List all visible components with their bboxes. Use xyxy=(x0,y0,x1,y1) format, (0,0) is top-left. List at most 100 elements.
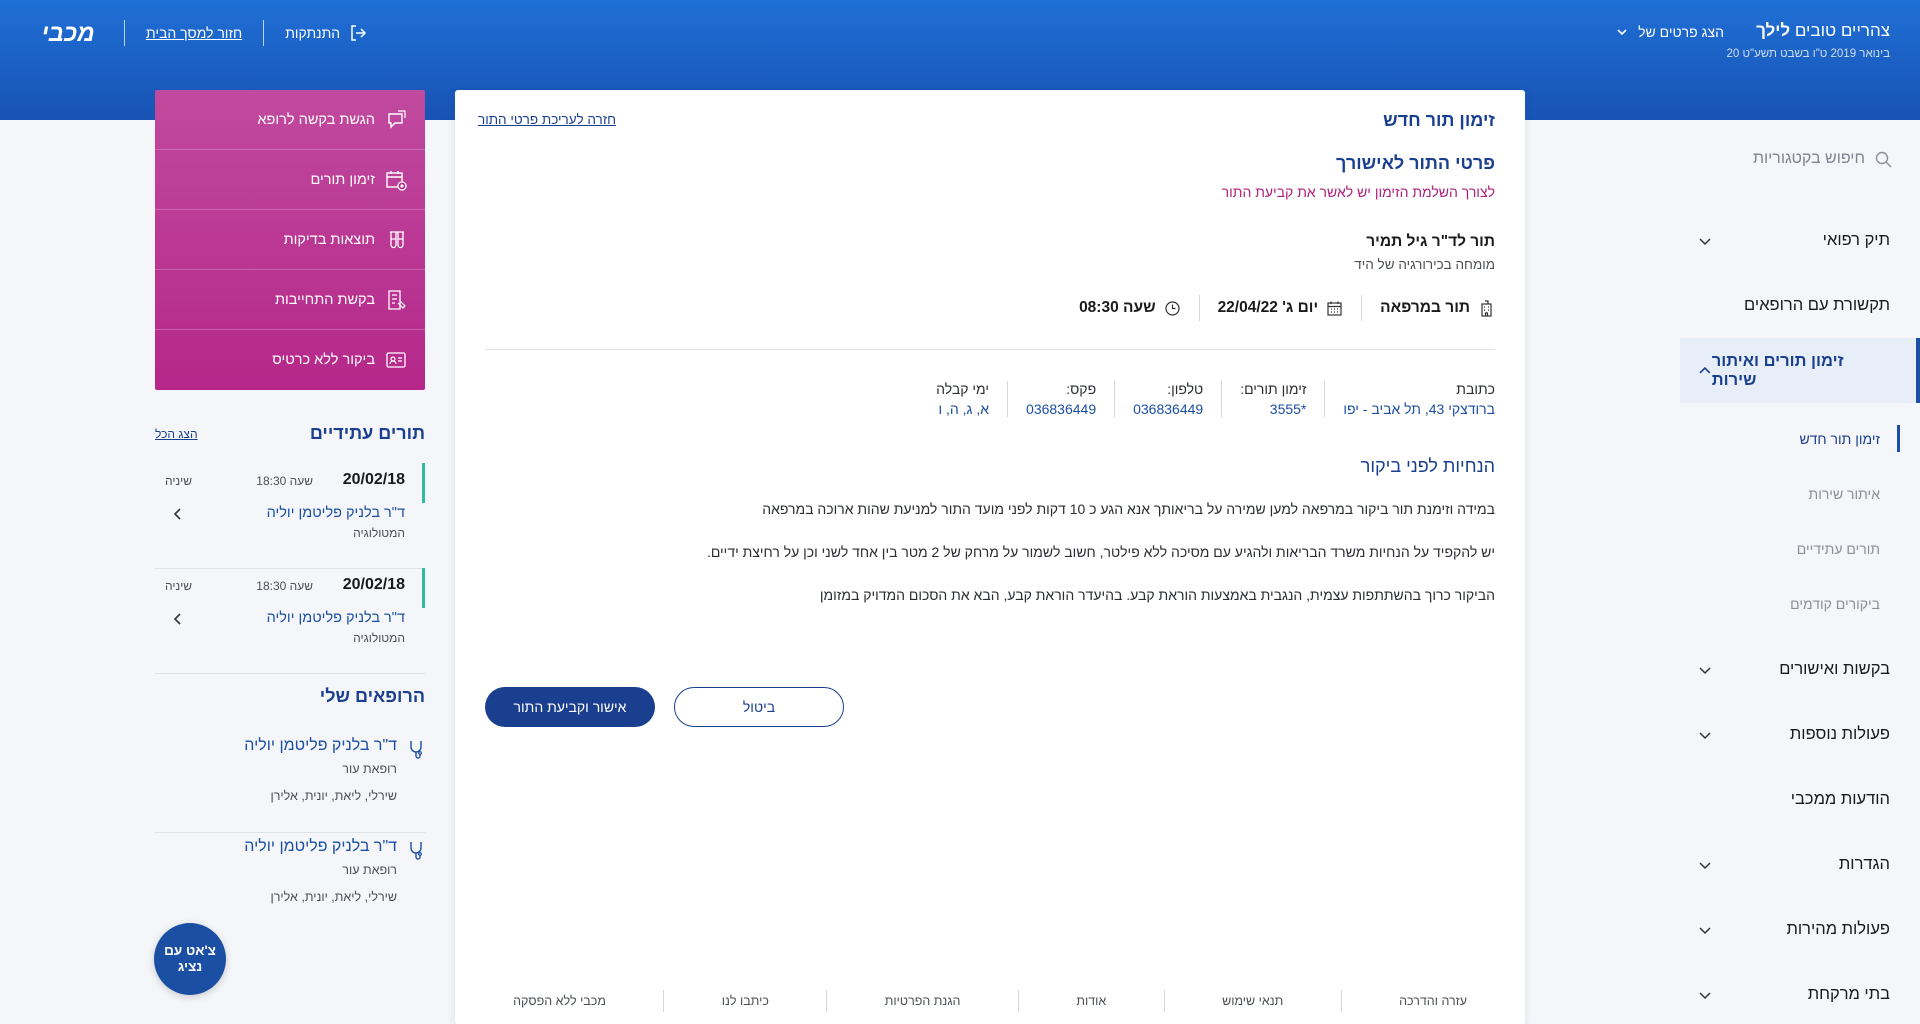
sidebar-item-quick-actions[interactable]: פעולות מהירות xyxy=(1680,897,1920,962)
status-bar xyxy=(422,568,425,608)
my-doctors-title: הרופאים שלי xyxy=(319,686,425,706)
sidebar-item-messages[interactable]: הודעות ממכבי xyxy=(1680,767,1920,832)
appointment-type: שיניה xyxy=(165,474,193,488)
footer-divider xyxy=(663,990,665,1012)
footer-divider xyxy=(1017,990,1019,1012)
guideline-text: במידה וזימנת תור ביקור במרפאה למען שמירה… xyxy=(762,501,1495,517)
show-all-link[interactable]: הצג הכל xyxy=(155,427,198,441)
appointment-date: 20/02/18 xyxy=(342,576,405,593)
info-label: ימי קבלה xyxy=(936,381,990,397)
header-links: חזור למסך הבית התנתקות xyxy=(124,20,389,46)
chat-with-agent-button[interactable]: צ'אט עם נציג xyxy=(154,923,226,995)
submenu-item-new-appointment[interactable]: זימון תור חדש xyxy=(1680,411,1920,466)
info-value[interactable]: 036836449 xyxy=(1133,401,1203,417)
sidebar-item-label: פעולות מהירות xyxy=(1786,920,1890,938)
appointment-specialty: המטולוגיה xyxy=(353,631,405,645)
clinic-fax: פקס: 036836449 xyxy=(1007,381,1114,417)
back-to-edit-link[interactable]: חזרה לעריכת פרטי התור xyxy=(478,112,616,127)
sidebar-item-requests[interactable]: בקשות ואישורים xyxy=(1680,637,1920,702)
calendar-add-icon xyxy=(386,170,407,191)
appointment-doctor: ד"ר בלניק פליטמן יוליה xyxy=(266,610,405,626)
footer-divider xyxy=(1163,990,1165,1012)
submenu-item-future-appointments[interactable]: תורים עתידיים xyxy=(1680,521,1920,576)
doctor-icon xyxy=(410,741,422,759)
info-value: 036836449 xyxy=(1026,401,1097,417)
calendar-icon xyxy=(1327,301,1342,316)
svg-text:מכבי: מכבי xyxy=(41,20,94,47)
chevron-left-icon[interactable] xyxy=(171,507,185,521)
sidebar-item-pharmacies[interactable]: בתי מרקחת xyxy=(1680,962,1920,1024)
doctor-specialty: מומחה בכירורגיה של היד xyxy=(1354,257,1495,272)
sidebar-item-appointments[interactable]: זימון תורים ואיתור שירות xyxy=(1680,338,1920,403)
info-value: א, ג, ה, ו xyxy=(938,401,990,417)
confirm-appointment-button[interactable]: אישור וקביעת התור xyxy=(485,687,655,727)
upcoming-appointment-card[interactable]: 20/02/18 שעה 18:30 שיניה ד"ר בלניק פליטמ… xyxy=(155,568,425,674)
sidebar-item-settings[interactable]: הגדרות xyxy=(1680,832,1920,897)
info-label: כתובת xyxy=(1456,381,1495,397)
upcoming-appointment-card[interactable]: 20/02/18 שעה 18:30 שיניה ד"ר בלניק פליטמ… xyxy=(155,463,425,569)
info-value[interactable]: *3555 xyxy=(1240,401,1307,417)
clinic-phone: טלפון: 036836449 xyxy=(1114,381,1221,417)
footer-link-contact[interactable]: כיתבו לנו xyxy=(694,994,797,1008)
clinic-booking-phone: זימון תורים: *3555 xyxy=(1221,381,1324,417)
footer-link-help[interactable]: עזרה והדרכה xyxy=(1371,994,1495,1008)
info-value[interactable]: ברודצקי 43, תל אביב - יפו xyxy=(1343,401,1495,417)
appointment-time: שעה 08:30 xyxy=(1061,299,1199,317)
guideline-text: יש להקפיד על הנחיות משרד הבריאות ולהגיע … xyxy=(706,544,1495,560)
search-icon xyxy=(1875,151,1892,167)
submenu-item-past-visits[interactable]: ביקורים קודמים xyxy=(1680,576,1920,631)
home-link[interactable]: חזור למסך הבית xyxy=(125,25,263,41)
footer-link-privacy[interactable]: הגנת הפרטיות xyxy=(857,994,989,1008)
category-search[interactable] xyxy=(1702,150,1892,168)
clock-icon xyxy=(1164,300,1180,316)
chevron-down-icon xyxy=(1699,731,1711,739)
quick-actions-panel: הגשת בקשה לרופא זימון תורים תוצאות בדיקו… xyxy=(155,90,425,390)
hebrew-date: 20 בינואר 2019 ט"ו בשבט תשע"ט xyxy=(1726,48,1890,60)
footer-link-about[interactable]: אודות xyxy=(1048,994,1134,1008)
doctor-icon xyxy=(410,842,422,860)
footer-link-terms[interactable]: תנאי שימוש xyxy=(1194,994,1311,1008)
appointment-type-label: תור במרפאה xyxy=(1380,299,1470,316)
summary-divider xyxy=(1198,295,1200,321)
appointment-time: שעה 18:30 xyxy=(256,579,313,593)
doctor-team: שירלי, ליאת, יונית, אלירן xyxy=(270,789,398,803)
greeting-name: לילך xyxy=(1756,21,1791,40)
logout-button[interactable]: התנתקות xyxy=(264,23,389,43)
appointment-specialty: המטולוגיה xyxy=(353,526,405,540)
doctor-team: שירלי, ליאת, יונית, אלירן xyxy=(270,890,398,904)
doctor-role: רופאת עור xyxy=(342,762,397,776)
chevron-down-icon xyxy=(1617,29,1627,36)
chevron-down-icon xyxy=(1699,861,1711,869)
info-label: טלפון: xyxy=(1167,381,1204,397)
footer-divider xyxy=(1340,990,1342,1012)
sidebar-item-label: תיק רפואי xyxy=(1822,231,1890,249)
chevron-down-icon xyxy=(1699,991,1711,999)
chevron-left-icon[interactable] xyxy=(171,612,185,626)
sidebar-item-label: תקשורת עם הרופאים xyxy=(1744,296,1890,314)
my-doctor-card[interactable]: ד"ר בלניק פליטמן יוליה רופאת עור שירלי, … xyxy=(155,834,425,934)
submenu-item-find-service[interactable]: איתור שירות xyxy=(1680,466,1920,521)
cancel-button[interactable]: ביטול xyxy=(674,687,844,727)
footer-link-maccabi-nonstop[interactable]: מכבי ללא הפסקה xyxy=(485,994,634,1008)
page-title: זימון תור חדש xyxy=(1383,110,1495,130)
my-doctor-card[interactable]: ד"ר בלניק פליטמן יוליה רופאת עור שירלי, … xyxy=(155,733,425,833)
doctor-name: ד"ר בלניק פליטמן יוליה xyxy=(244,737,397,754)
doctor-name: ד"ר בלניק פליטמן יוליה xyxy=(244,838,397,855)
greeting-prefix: צהריים טובים xyxy=(1794,21,1890,40)
category-search-input[interactable] xyxy=(1735,150,1865,168)
quick-action-appointments[interactable]: זימון תורים xyxy=(155,150,425,210)
clinic-address: כתובת ברודצקי 43, תל אביב - יפו xyxy=(1324,381,1495,417)
maccabi-logo[interactable]: מכבי xyxy=(28,15,108,51)
sidebar-item-doctor-communication[interactable]: תקשורת עם הרופאים xyxy=(1680,273,1920,338)
quick-action-commitment-request[interactable]: בקשת התחייבות xyxy=(155,270,425,330)
show-details-dropdown[interactable]: הצג פרטים של xyxy=(1616,24,1724,40)
quick-action-label: תוצאות בדיקות xyxy=(283,231,375,248)
quick-action-test-results[interactable]: תוצאות בדיקות xyxy=(155,210,425,270)
quick-action-label: זימון תורים xyxy=(310,171,375,188)
sidebar-item-more-actions[interactable]: פעולות נוספות xyxy=(1680,702,1920,767)
quick-action-visit-without-card[interactable]: ביקור ללא כרטיס xyxy=(155,330,425,390)
summary-divider xyxy=(1361,295,1363,321)
sidebar-item-medical-file[interactable]: תיק רפואי xyxy=(1680,208,1920,273)
doctor-role: רופאת עור xyxy=(342,863,397,877)
quick-action-doctor-request[interactable]: הגשת בקשה לרופא xyxy=(155,90,425,150)
